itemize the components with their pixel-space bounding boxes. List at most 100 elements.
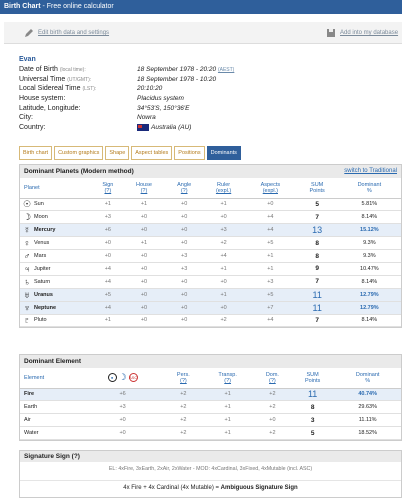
house-value: +0	[122, 249, 166, 263]
element-name: Water	[20, 426, 80, 441]
info-row: Local Sidereal Time (LST): 20:10:20	[19, 85, 399, 95]
element-name: Earth	[20, 400, 80, 415]
house-value: +1	[122, 236, 166, 251]
col-transp[interactable]: Transp. (?)	[201, 368, 254, 389]
sum-value: 8	[296, 236, 338, 251]
dominant-pct: 11.11%	[334, 413, 401, 428]
col-angle[interactable]: Angle (?)	[165, 178, 204, 199]
sign-value: +3	[93, 210, 123, 225]
dominant-planets-panel: Dominant Planets (Modern method) switch …	[19, 164, 402, 329]
add-to-database-link[interactable]: Add into my database	[326, 28, 398, 38]
tab-birth-chart[interactable]: Birth chart	[19, 146, 53, 160]
transp-value: +1	[201, 413, 254, 428]
signature-sign-title[interactable]: Signature Sign (?)	[20, 451, 401, 462]
toolbar: Edit birth data and settings Add into my…	[4, 22, 402, 44]
table-row: ♇ Pluto +1 +0 +0 +2 +4 7 8.14%	[20, 314, 401, 328]
col-ruler[interactable]: Ruler (expl.)	[203, 178, 245, 199]
angle-value: +0	[165, 288, 204, 302]
dominant-pct: 12.79%	[337, 288, 401, 302]
planet-name: Moon	[34, 210, 94, 225]
app-subtitle: - Free online calculator	[40, 3, 114, 10]
tab-shape[interactable]: Shape	[105, 146, 130, 160]
dominant-element-title: Dominant Element	[24, 358, 82, 365]
sun-icon: ☉	[20, 198, 34, 212]
switch-traditional-link[interactable]: switch to Traditional	[344, 168, 397, 174]
table-row: ♀ Venus +0 +1 +0 +2 +5 8 9.3%	[20, 236, 401, 251]
dom-value: +2	[253, 388, 291, 402]
element-name: Air	[20, 413, 80, 428]
info-row: Date of Birth (local time): 18 September …	[19, 66, 399, 76]
transp-value: +1	[201, 400, 254, 415]
ruler-value: +2	[203, 236, 245, 251]
dominant-planets-header: Dominant Planets (Modern method) switch …	[20, 165, 401, 178]
col-sign[interactable]: Sign (?)	[93, 178, 123, 199]
col-dom[interactable]: Dom. (?)	[253, 368, 291, 389]
info-value: 18 September 1978 - 20:20 (AEST)	[137, 66, 235, 73]
sum-value: 3	[290, 413, 335, 428]
mercury-icon: ☿	[20, 223, 34, 238]
dominant-planets-title: Dominant Planets (Modern method)	[24, 168, 134, 175]
info-label: Country:	[19, 124, 46, 132]
ruler-value: +2	[203, 314, 245, 328]
tab-positions[interactable]: Positions	[174, 146, 205, 160]
sign-value: +1	[93, 198, 123, 212]
ssm-value: +0	[80, 413, 166, 428]
ssm-value: +6	[80, 388, 166, 402]
ruler-value: +0	[203, 275, 245, 289]
app-title: Birth Chart	[4, 3, 41, 10]
tab-aspect-tables[interactable]: Aspect tables	[131, 146, 173, 160]
sum-value: 8	[290, 400, 335, 415]
table-row: ♅ Uranus +5 +0 +0 +1 +5 11 12.79%	[20, 288, 401, 302]
pers-value: +2	[165, 400, 202, 415]
ssm-value: +0	[80, 426, 166, 441]
element-name: Fire	[20, 388, 80, 402]
dom-value: +2	[253, 426, 291, 441]
sun-icon: ●	[107, 373, 117, 383]
dominant-element-panel: Dominant Element Element ● ☽ ASC Pers. (?…	[19, 354, 402, 442]
dominant-pct: 10.47%	[337, 262, 401, 276]
info-label: City:	[19, 114, 33, 122]
planet-name: Venus	[34, 236, 94, 251]
col-house[interactable]: House (?)	[122, 178, 166, 199]
table-row: ☽ Moon +3 +0 +0 +0 +4 7 8.14%	[20, 210, 401, 225]
moon-icon: ☽	[20, 210, 34, 225]
tab-custom-graphics[interactable]: Custom graphics	[54, 146, 104, 160]
dominant-pct: 18.52%	[334, 426, 401, 441]
sign-value: +0	[93, 236, 123, 251]
planet-name: Pluto	[34, 314, 94, 328]
tab-dominants[interactable]: Dominants	[206, 146, 241, 160]
info-row: City: Nowra	[19, 114, 399, 124]
house-value: +0	[122, 223, 166, 238]
edit-birth-data-link[interactable]: Edit birth data and settings	[24, 28, 109, 38]
sign-value: +4	[93, 262, 123, 276]
info-value: 20:10:20	[137, 85, 163, 93]
signature-result: Ambiguous Signature Sign	[220, 485, 298, 491]
aspects-value: +5	[244, 236, 297, 251]
table-row: Water +0 +2 +1 +2 5 18.52%	[20, 426, 401, 441]
person-name: Evan	[19, 56, 36, 63]
info-label: Universal Time (UT/GMT):	[19, 75, 92, 83]
uranus-icon: ♅	[20, 288, 34, 302]
sum-value: 11	[290, 388, 335, 402]
col-pers[interactable]: Pers. (?)	[165, 368, 202, 389]
angle-value: +0	[165, 275, 204, 289]
ruler-value: +0	[203, 210, 245, 225]
table-row: ♆ Neptune +4 +0 +0 +0 +7 11 12.79%	[20, 301, 401, 315]
jupiter-icon: ♃	[20, 262, 34, 276]
pers-value: +2	[165, 426, 202, 441]
sum-value: 11	[296, 301, 338, 315]
angle-value: +0	[165, 314, 204, 328]
tab-bar: Birth chart Custom graphics Shape Aspect ta…	[19, 146, 241, 160]
table-row: ☿ Mercury +6 +0 +0 +3 +4 13 15.12%	[20, 223, 401, 238]
australia-flag-icon	[137, 124, 149, 132]
table-row: ♂ Mars +0 +0 +3 +4 +1 8 9.3%	[20, 249, 401, 263]
house-value: +0	[122, 210, 166, 225]
col-aspects[interactable]: Aspects (expl.)	[244, 178, 297, 199]
table-row: ☉ Sun +1 +1 +0 +1 +0 5 5.81%	[20, 198, 401, 212]
angle-value: +3	[165, 249, 204, 263]
dominant-pct: 40.74%	[334, 388, 401, 402]
transp-value: +1	[201, 388, 254, 402]
ruler-value: +3	[203, 223, 245, 238]
aspects-value: +4	[244, 223, 297, 238]
planet-name: Uranus	[34, 288, 94, 302]
